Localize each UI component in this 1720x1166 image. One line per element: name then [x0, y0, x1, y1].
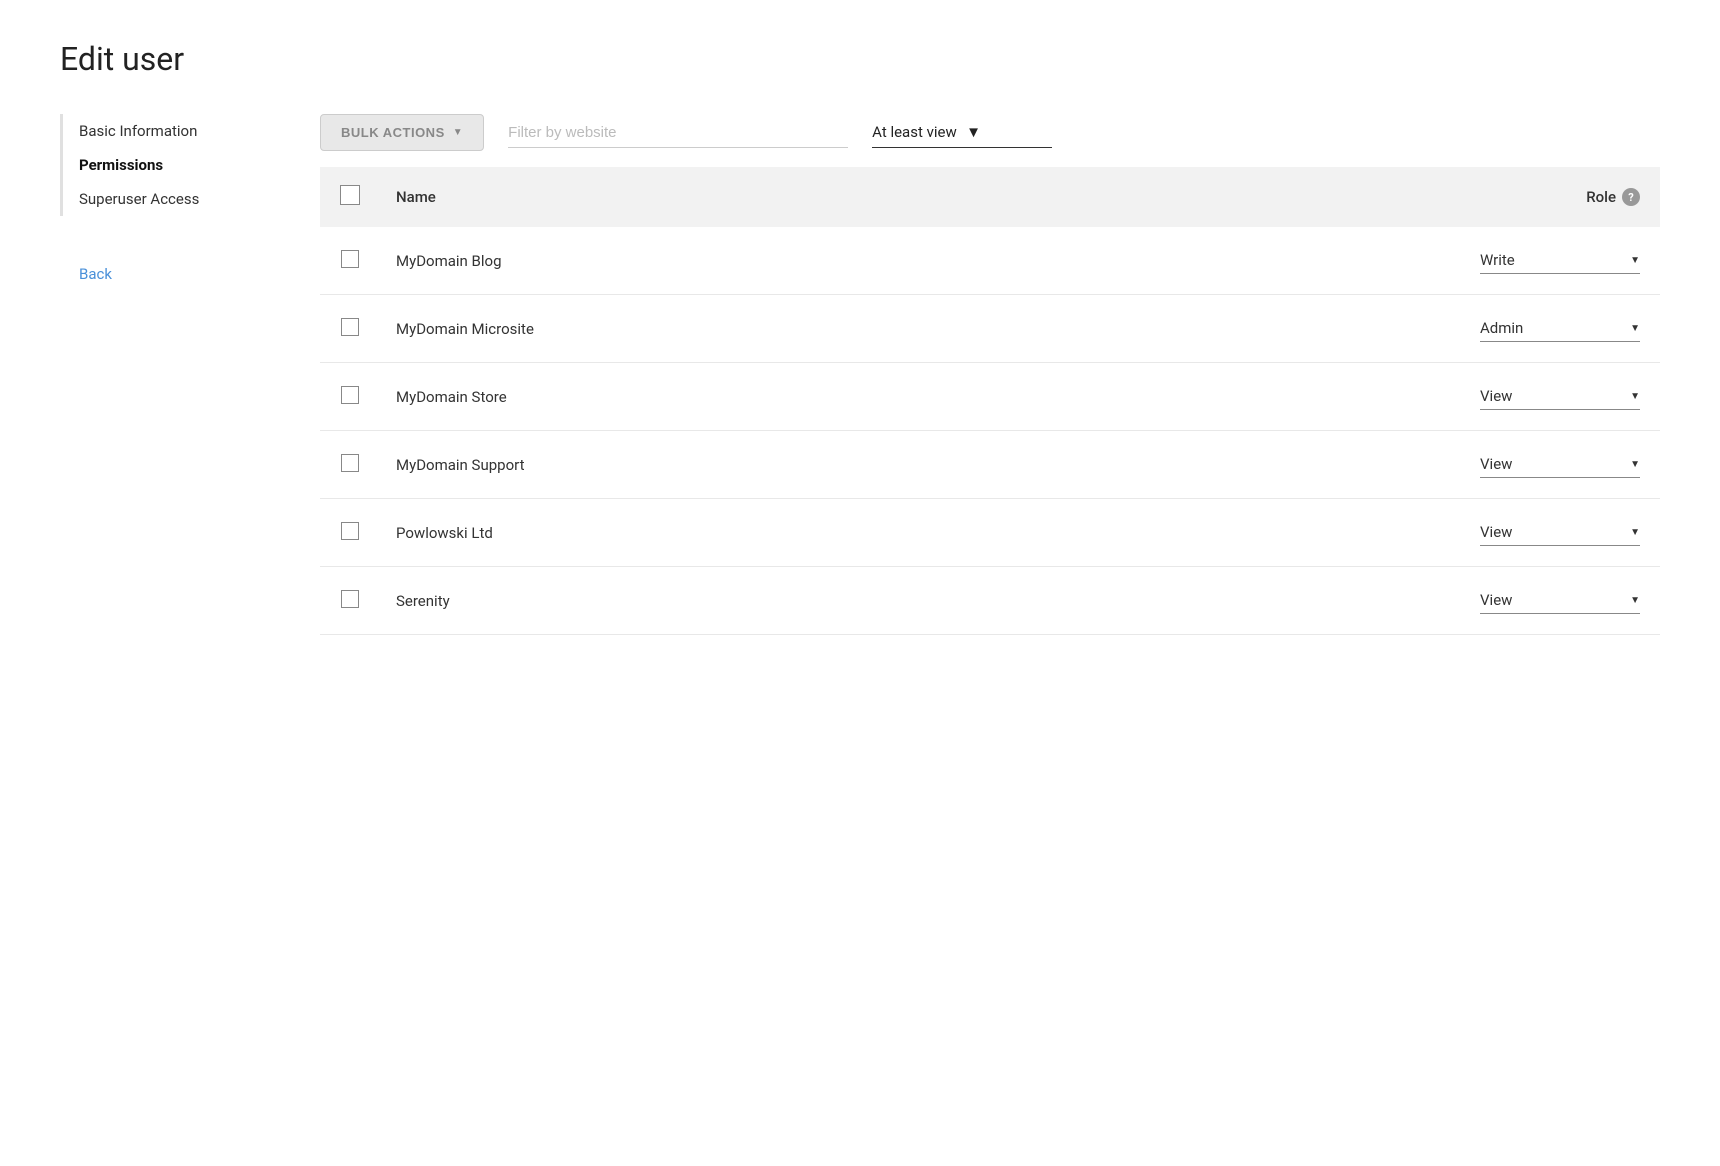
row-checkbox-cell-5	[320, 567, 380, 635]
row-role-cell-0: Write ▼	[974, 227, 1660, 295]
role-value-0: Write	[1480, 251, 1515, 269]
role-select-2[interactable]: View ▼	[1480, 383, 1640, 410]
role-arrow-icon-0: ▼	[1630, 255, 1640, 266]
row-name-1: MyDomain Microsite	[380, 295, 974, 363]
table-row: MyDomain Blog Write ▼	[320, 227, 1660, 295]
row-role-cell-5: View ▼	[974, 567, 1660, 635]
sidebar: Basic Information Permissions Superuser …	[60, 114, 320, 635]
main-content: BULK ACTIONS ▼ At least view ▼	[320, 114, 1660, 635]
role-arrow-icon-2: ▼	[1630, 391, 1640, 402]
bulk-actions-chevron-icon: ▼	[453, 127, 463, 138]
row-checkbox-0[interactable]	[341, 250, 359, 268]
sidebar-item-basic-information[interactable]: Basic Information	[63, 114, 290, 148]
row-name-4: Powlowski Ltd	[380, 499, 974, 567]
row-role-cell-3: View ▼	[974, 431, 1660, 499]
sidebar-item-permissions[interactable]: Permissions	[63, 148, 290, 182]
content-layout: Basic Information Permissions Superuser …	[60, 114, 1660, 635]
row-checkbox-cell-0	[320, 227, 380, 295]
header-name-col: Name	[380, 167, 974, 227]
permissions-table: Name Role ? MyDomain Blog	[320, 167, 1660, 635]
role-arrow-icon-1: ▼	[1630, 323, 1640, 334]
role-arrow-icon-5: ▼	[1630, 595, 1640, 606]
role-value-4: View	[1480, 523, 1512, 541]
row-checkbox-cell-4	[320, 499, 380, 567]
role-arrow-icon-3: ▼	[1630, 459, 1640, 470]
back-link: Back	[60, 264, 290, 283]
select-all-checkbox[interactable]	[340, 185, 360, 205]
role-select-0[interactable]: Write ▼	[1480, 247, 1640, 274]
table-body: MyDomain Blog Write ▼ MyDomain Microsite…	[320, 227, 1660, 635]
role-select-1[interactable]: Admin ▼	[1480, 315, 1640, 342]
role-select-4[interactable]: View ▼	[1480, 519, 1640, 546]
role-value-3: View	[1480, 455, 1512, 473]
table-row: Powlowski Ltd View ▼	[320, 499, 1660, 567]
role-select-3[interactable]: View ▼	[1480, 451, 1640, 478]
row-role-cell-2: View ▼	[974, 363, 1660, 431]
filter-website-input[interactable]	[508, 118, 848, 148]
row-name-3: MyDomain Support	[380, 431, 974, 499]
row-checkbox-cell-2	[320, 363, 380, 431]
row-checkbox-cell-3	[320, 431, 380, 499]
table-header: Name Role ?	[320, 167, 1660, 227]
row-checkbox-4[interactable]	[341, 522, 359, 540]
toolbar: BULK ACTIONS ▼ At least view ▼	[320, 114, 1660, 151]
role-filter-select[interactable]: At least view ▼	[872, 117, 1052, 148]
page-container: Edit user Basic Information Permissions …	[0, 0, 1720, 1166]
row-role-cell-1: Admin ▼	[974, 295, 1660, 363]
row-checkbox-5[interactable]	[341, 590, 359, 608]
row-role-cell-4: View ▼	[974, 499, 1660, 567]
row-name-0: MyDomain Blog	[380, 227, 974, 295]
header-role-col: Role ?	[974, 167, 1660, 227]
row-name-2: MyDomain Store	[380, 363, 974, 431]
table-row: Serenity View ▼	[320, 567, 1660, 635]
role-arrow-icon-4: ▼	[1630, 527, 1640, 538]
role-filter-arrow-icon: ▼	[966, 123, 1052, 141]
role-help-icon[interactable]: ?	[1622, 188, 1640, 206]
bulk-actions-button[interactable]: BULK ACTIONS ▼	[320, 114, 484, 151]
table-row: MyDomain Support View ▼	[320, 431, 1660, 499]
back-button[interactable]: Back	[79, 265, 112, 283]
role-select-5[interactable]: View ▼	[1480, 587, 1640, 614]
row-checkbox-2[interactable]	[341, 386, 359, 404]
role-value-1: Admin	[1480, 319, 1523, 337]
table-row: MyDomain Store View ▼	[320, 363, 1660, 431]
row-name-5: Serenity	[380, 567, 974, 635]
row-checkbox-cell-1	[320, 295, 380, 363]
header-checkbox-cell	[320, 167, 380, 227]
role-value-2: View	[1480, 387, 1512, 405]
row-checkbox-3[interactable]	[341, 454, 359, 472]
role-value-5: View	[1480, 591, 1512, 609]
sidebar-item-superuser-access[interactable]: Superuser Access	[63, 182, 290, 216]
row-checkbox-1[interactable]	[341, 318, 359, 336]
table-row: MyDomain Microsite Admin ▼	[320, 295, 1660, 363]
page-title: Edit user	[60, 40, 1660, 78]
sidebar-nav: Basic Information Permissions Superuser …	[60, 114, 290, 216]
